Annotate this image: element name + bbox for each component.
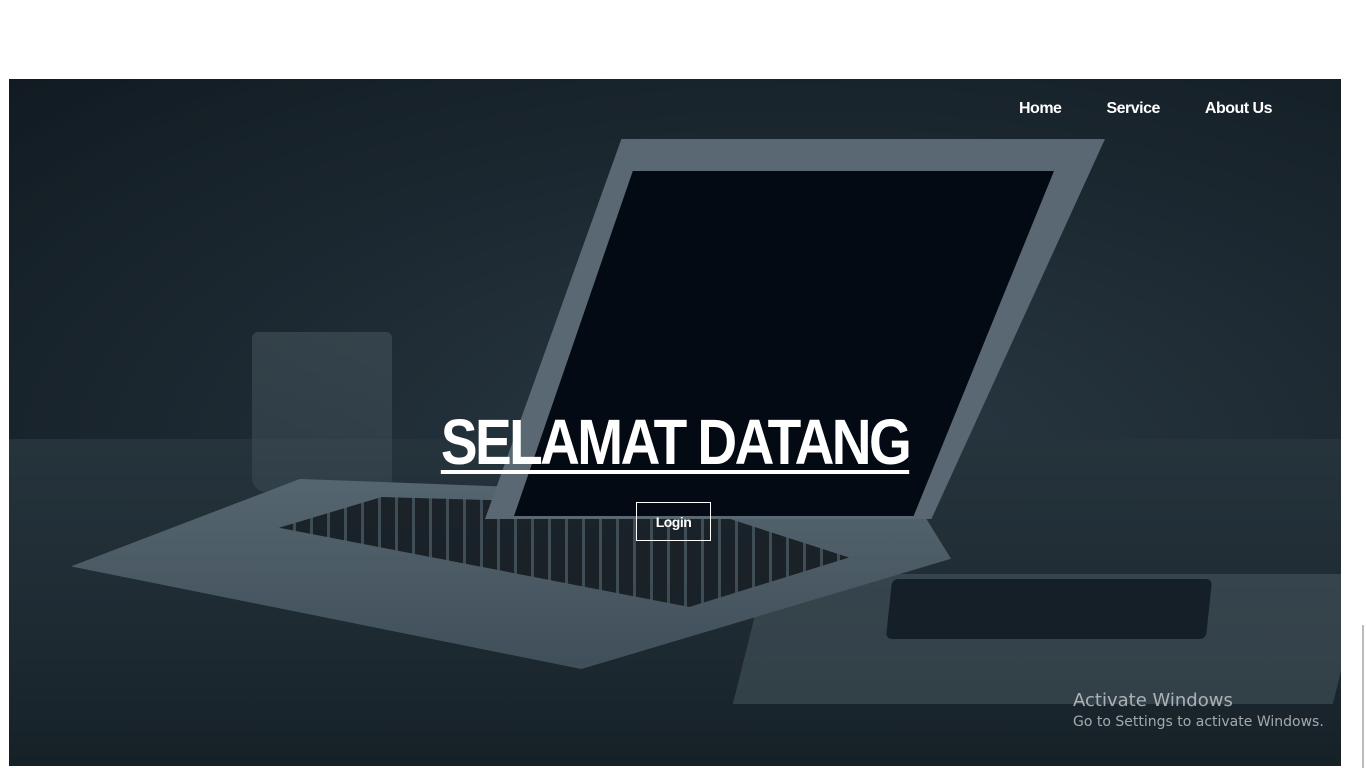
hero-section: Home Service About Us SELAMAT DATANG Log…	[9, 79, 1341, 766]
windows-activation-watermark: Activate Windows Go to Settings to activ…	[1073, 689, 1324, 731]
nav-about-us-link[interactable]: About Us	[1205, 100, 1273, 118]
scrollbar-edge	[1362, 625, 1364, 768]
watermark-subtitle: Go to Settings to activate Windows.	[1073, 714, 1324, 730]
nav-service-link[interactable]: Service	[1106, 100, 1160, 118]
nav-home-link[interactable]: Home	[1019, 100, 1062, 118]
hero-title: SELAMAT DATANG	[440, 406, 912, 478]
login-button[interactable]: Login	[636, 502, 711, 541]
page: Home Service About Us SELAMAT DATANG Log…	[0, 0, 1366, 768]
watermark-title: Activate Windows	[1073, 690, 1233, 711]
top-nav: Home Service About Us	[1019, 100, 1273, 118]
